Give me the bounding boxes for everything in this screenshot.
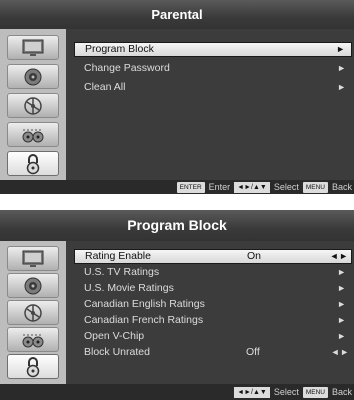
select-label: Select [273, 387, 299, 397]
menu-item-canadian-french-ratings[interactable]: Canadian French Ratings ► [74, 313, 352, 328]
sound-icon [24, 68, 42, 85]
menu-item-label: U.S. TV Ratings [84, 266, 160, 278]
menu-item-clean-all[interactable]: Clean All ► [74, 80, 352, 95]
setup-icon [24, 303, 42, 322]
lock-icon [26, 356, 40, 377]
enter-label: Enter [208, 182, 231, 192]
hint-bar: ENTER Enter ◄►/▲▼ Select MENU Back [0, 180, 354, 194]
nav-arrows-icon: ◄►/▲▼ [234, 386, 270, 398]
sidebar-item-setup[interactable] [7, 300, 59, 325]
menu-item-program-block[interactable]: Program Block ► [74, 42, 352, 57]
back-label: Back [331, 182, 352, 192]
menu-item-label: Program Block [85, 43, 154, 55]
right-arrow-icon: ► [337, 63, 346, 73]
lock-icon [26, 153, 40, 174]
sidebar-item-picture[interactable] [7, 246, 59, 271]
menu-item-label: Block Unrated [84, 346, 150, 358]
left-right-arrow-icon: ◄ ► [330, 347, 349, 357]
left-right-arrow-icon: ◄ ► [329, 251, 348, 261]
sidebar-item-time[interactable] [7, 327, 59, 352]
picture-icon [22, 250, 44, 267]
back-label: Back [331, 387, 352, 397]
menu-item-label: Clean All [84, 81, 126, 93]
sidebar-item-sound[interactable] [7, 273, 59, 298]
menu-key-icon: MENU [302, 386, 328, 398]
menu-title: Program Block [0, 210, 354, 241]
menu-content: Program Block ► Change Password ► Clean … [66, 29, 354, 180]
sidebar-item-lock[interactable] [7, 151, 59, 176]
menu-item-label: Canadian French Ratings [84, 314, 204, 326]
sidebar-item-time[interactable] [7, 122, 59, 147]
picture-icon [22, 39, 44, 56]
menu-item-value: Off [246, 346, 260, 358]
right-arrow-icon: ► [337, 283, 346, 293]
menu-content: Rating Enable On ◄ ► U.S. TV Ratings ► U… [66, 241, 354, 384]
program-block-menu: Program Block Rating Enable On ◄ ► U.S. … [0, 210, 354, 400]
menu-item-label: U.S. Movie Ratings [84, 282, 174, 294]
menu-item-label: Rating Enable [85, 250, 151, 262]
time-icon [22, 334, 44, 347]
right-arrow-icon: ► [337, 267, 346, 277]
hint-bar: ◄►/▲▼ Select MENU Back [0, 384, 354, 400]
right-arrow-icon: ► [336, 44, 345, 54]
sidebar-item-picture[interactable] [7, 35, 59, 60]
sidebar-item-lock[interactable] [7, 354, 59, 379]
nav-arrows-icon: ◄►/▲▼ [234, 181, 270, 193]
setup-icon [24, 96, 42, 115]
menu-item-us-tv-ratings[interactable]: U.S. TV Ratings ► [74, 265, 352, 280]
sidebar-item-setup[interactable] [7, 93, 59, 118]
right-arrow-icon: ► [337, 299, 346, 309]
sidebar [0, 29, 66, 180]
menu-item-canadian-english-ratings[interactable]: Canadian English Ratings ► [74, 297, 352, 312]
sidebar [0, 241, 66, 384]
parental-menu: Parental Program Block ► Change Password… [0, 0, 354, 194]
menu-item-label: Open V-Chip [84, 330, 145, 342]
right-arrow-icon: ► [337, 331, 346, 341]
menu-item-label: Change Password [84, 62, 170, 74]
time-icon [22, 129, 44, 142]
select-label: Select [273, 182, 299, 192]
menu-item-block-unrated[interactable]: Block Unrated Off ◄ ► [74, 345, 352, 360]
menu-title: Parental [0, 0, 354, 29]
menu-item-value: On [247, 250, 262, 262]
right-arrow-icon: ► [337, 315, 346, 325]
sidebar-item-sound[interactable] [7, 64, 59, 89]
menu-item-label: Canadian English Ratings [84, 298, 205, 310]
menu-item-rating-enable[interactable]: Rating Enable On ◄ ► [74, 249, 352, 264]
menu-item-us-movie-ratings[interactable]: U.S. Movie Ratings ► [74, 281, 352, 296]
sound-icon [24, 277, 42, 294]
enter-key-icon: ENTER [176, 181, 205, 193]
menu-item-change-password[interactable]: Change Password ► [74, 61, 352, 76]
menu-item-open-v-chip[interactable]: Open V-Chip ► [74, 329, 352, 344]
menu-key-icon: MENU [302, 181, 328, 193]
right-arrow-icon: ► [337, 82, 346, 92]
